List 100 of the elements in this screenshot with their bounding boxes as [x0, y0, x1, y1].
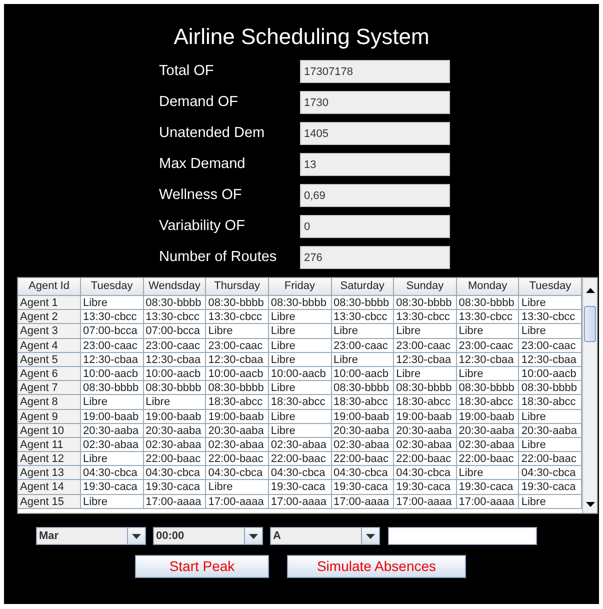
table-cell: 13:30-cbcc	[144, 310, 206, 324]
column-header[interactable]: Tuesday	[519, 278, 582, 296]
metric-label: Unatended Dem	[159, 124, 266, 143]
table-cell: 19:00-baab	[81, 410, 144, 424]
table-cell: 08:30-bbbb	[456, 381, 520, 396]
table-cell: 22:00-baac	[394, 452, 457, 466]
table-cell: Agent 2	[18, 310, 81, 324]
metric-label: Number of Routes	[159, 248, 278, 267]
table-cell: 02:30-abaa	[394, 438, 457, 452]
table-cell: 13:30-cbcc	[81, 310, 144, 324]
scroll-down-icon[interactable]	[586, 502, 595, 507]
table-cell: Libre	[81, 395, 144, 410]
table-cell: 04:30-cbca	[206, 466, 269, 480]
metric-label: Max Demand	[159, 155, 246, 174]
table-cell: 02:30-abaa	[268, 438, 332, 452]
table-cell: 23:00-caac	[394, 338, 457, 353]
table-cell: 04:30-cbca	[332, 466, 394, 480]
table-cell: Libre	[456, 324, 520, 339]
table-cell: 23:00-caac	[81, 338, 144, 353]
table-cell: Agent 4	[18, 338, 81, 353]
table-cell: Agent 12	[18, 452, 81, 466]
metric-label: Wellness OF	[159, 186, 243, 205]
table-cell: 02:30-abaa	[144, 438, 206, 452]
text-field[interactable]	[388, 527, 537, 545]
table-cell: Agent 8	[18, 395, 81, 410]
table-cell: 22:00-baac	[332, 452, 394, 466]
table-cell: 20:30-aaba	[144, 424, 206, 438]
table-cell: 08:30-bbbb	[81, 381, 144, 396]
table-cell: 08:30-bbbb	[144, 381, 206, 396]
table-cell: Libre	[144, 395, 206, 410]
table-cell: 08:30-bbbb	[206, 296, 269, 310]
table-cell: 18:30-abcc	[206, 395, 269, 410]
table-cell: 04:30-cbca	[81, 466, 144, 480]
table-cell: 22:00-baac	[206, 452, 269, 466]
table-cell: Libre	[268, 338, 332, 353]
table-cell: Agent 1	[18, 296, 81, 310]
column-header[interactable]: Tuesday	[81, 278, 144, 296]
scrollbar[interactable]	[582, 278, 597, 513]
table-cell: 19:00-baab	[144, 410, 206, 424]
table-cell: Agent 9	[18, 410, 81, 424]
metric-field: 1405	[300, 122, 450, 145]
metric-label: Variability OF	[159, 217, 246, 236]
table-cell: 20:30-aaba	[206, 424, 269, 438]
table-cell: 13:30-cbcc	[332, 310, 394, 324]
table-cell: 07:00-bcca	[144, 324, 206, 339]
table-cell: 12:30-cbaa	[456, 352, 520, 367]
action-button[interactable]: Simulate Absences	[287, 555, 466, 578]
table-cell: 19:30-caca	[81, 480, 144, 495]
table-cell: 08:30-bbbb	[332, 381, 394, 396]
table-cell: 22:00-baac	[144, 452, 206, 466]
table-cell: 18:30-abcc	[332, 395, 394, 410]
table-cell: Libre	[268, 352, 332, 367]
column-header[interactable]: Friday	[268, 278, 332, 296]
table-cell: 12:30-cbaa	[394, 352, 457, 367]
table-cell: 17:00-aaaa	[332, 494, 394, 509]
table-cell: 12:30-cbaa	[206, 352, 269, 367]
scroll-thumb[interactable]	[584, 306, 596, 342]
column-header[interactable]: Monday	[456, 278, 520, 296]
caret-icon	[132, 534, 141, 538]
table-cell: 20:30-aaba	[81, 424, 144, 438]
scroll-up-icon[interactable]	[586, 288, 595, 293]
column-header[interactable]: Sunday	[394, 278, 457, 296]
table-cell: 10:00-aacb	[268, 366, 332, 382]
table-cell: 18:30-abcc	[394, 395, 457, 410]
table-cell: 20:30-aaba	[456, 424, 520, 438]
table-cell: 19:30-caca	[332, 480, 394, 495]
table-cell: Libre	[268, 424, 332, 438]
table-cell: Agent 7	[18, 381, 81, 396]
table-cell: Agent 5	[18, 352, 81, 367]
table-cell: 08:30-bbbb	[394, 296, 457, 310]
table-cell: 18:30-abcc	[456, 395, 520, 410]
table-cell: 10:00-aacb	[332, 366, 394, 382]
metric-field: 0	[300, 215, 450, 238]
dropdown[interactable]: 00:00	[153, 527, 263, 545]
table-cell: Agent 3	[18, 324, 81, 339]
table-cell: 08:30-bbbb	[206, 381, 269, 396]
table-cell: Libre	[394, 366, 457, 382]
table-cell: Libre	[206, 324, 269, 339]
table-cell: Libre	[456, 466, 520, 480]
table-cell: 02:30-abaa	[81, 438, 144, 452]
table-cell: Agent 11	[18, 438, 81, 452]
metric-label: Demand OF	[159, 93, 239, 112]
metric-label: Total OF	[159, 62, 215, 81]
table-cell: 12:30-cbaa	[81, 352, 144, 367]
table-cell: 10:00-aacb	[206, 366, 269, 382]
metric-field: 276	[300, 246, 450, 269]
action-button[interactable]: Start Peak	[135, 555, 269, 578]
caret-icon	[249, 534, 258, 538]
column-header[interactable]: Saturday	[332, 278, 394, 296]
column-header[interactable]: Wendsday	[144, 278, 206, 296]
table-cell: 12:30-cbaa	[144, 352, 206, 367]
column-header[interactable]: Thursday	[206, 278, 269, 296]
table-cell: 02:30-abaa	[456, 438, 520, 452]
column-header[interactable]: Agent Id	[18, 278, 81, 296]
table-cell: Libre	[268, 381, 332, 396]
table-cell: 08:30-bbbb	[268, 296, 332, 310]
table-cell: Libre	[268, 324, 332, 339]
table-cell: 20:30-aaba	[332, 424, 394, 438]
dropdown[interactable]: A	[270, 527, 380, 545]
dropdown[interactable]: Mar	[36, 527, 146, 545]
